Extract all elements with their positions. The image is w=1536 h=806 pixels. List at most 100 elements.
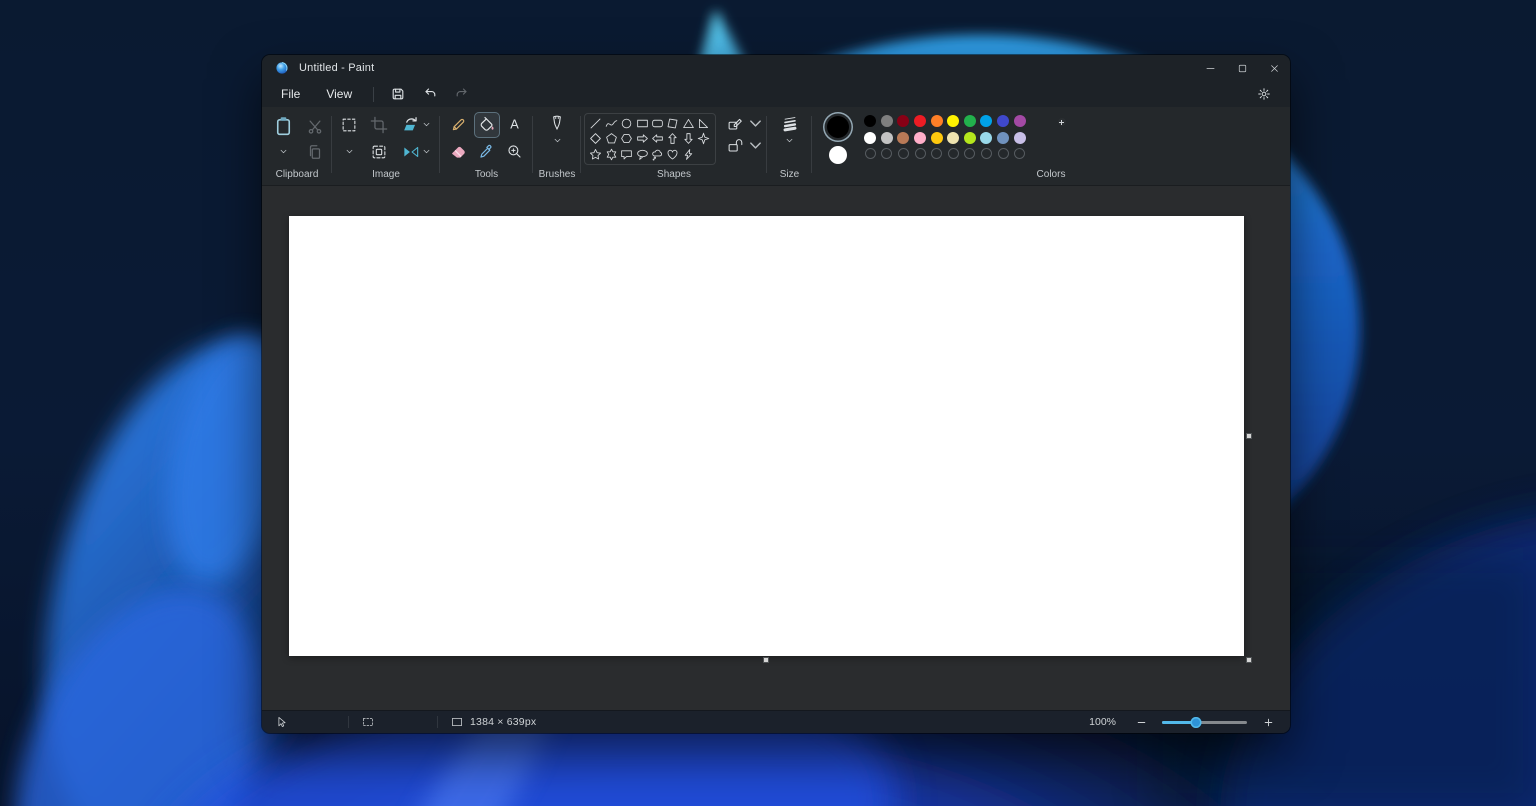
rotate-button[interactable]: [402, 116, 420, 134]
cut-button[interactable]: [306, 118, 324, 136]
maximize-button[interactable]: [1226, 55, 1258, 81]
color1-swatch[interactable]: [827, 116, 849, 138]
shape-right-triangle[interactable]: [696, 116, 711, 131]
shape-line[interactable]: [588, 116, 603, 131]
flip-dropdown[interactable]: [422, 147, 431, 156]
palette-color[interactable]: [947, 115, 959, 127]
shape-star-six[interactable]: [604, 147, 619, 162]
custom-color-slot[interactable]: [998, 148, 1009, 159]
custom-color-slot[interactable]: [931, 148, 942, 159]
custom-color-slot[interactable]: [964, 148, 975, 159]
shape-arrow-down[interactable]: [681, 131, 696, 146]
shape-arrow-left[interactable]: [650, 131, 665, 146]
menu-file[interactable]: File: [268, 83, 313, 105]
shape-fill-dropdown[interactable]: [747, 137, 764, 154]
palette-color[interactable]: [997, 115, 1009, 127]
desktop[interactable]: Untitled - Paint File View: [0, 0, 1536, 806]
minimize-button[interactable]: [1194, 55, 1226, 81]
palette-color[interactable]: [864, 132, 876, 144]
palette-color[interactable]: [931, 115, 943, 127]
shape-rounded-rectangle[interactable]: [650, 116, 665, 131]
close-button[interactable]: [1258, 55, 1290, 81]
custom-color-slot[interactable]: [865, 148, 876, 159]
zoom-slider[interactable]: [1162, 715, 1247, 729]
shape-fill-button[interactable]: [727, 137, 744, 154]
copy-button[interactable]: [306, 143, 324, 161]
select-button[interactable]: [340, 116, 358, 134]
palette-color[interactable]: [1014, 115, 1026, 127]
palette-color[interactable]: [964, 132, 976, 144]
palette-color[interactable]: [897, 132, 909, 144]
palette-color[interactable]: [980, 115, 992, 127]
paste-button[interactable]: [272, 115, 295, 138]
custom-color-slot[interactable]: [881, 148, 892, 159]
shape-callout-oval[interactable]: [635, 147, 650, 162]
palette-color[interactable]: [947, 132, 959, 144]
shape-arrow-right[interactable]: [635, 131, 650, 146]
shape-rectangle[interactable]: [635, 116, 650, 131]
palette-color[interactable]: [980, 132, 992, 144]
palette-color[interactable]: [881, 115, 893, 127]
zoom-in-button[interactable]: [1260, 714, 1276, 730]
text-tool-button[interactable]: A: [502, 112, 528, 138]
settings-gear-icon[interactable]: [1251, 82, 1277, 106]
resize-button[interactable]: [370, 143, 388, 161]
canvas-resize-handle-corner[interactable]: [1246, 657, 1252, 663]
shape-curve[interactable]: [604, 116, 619, 131]
palette-color[interactable]: [881, 132, 893, 144]
drawing-canvas[interactable]: [289, 216, 1244, 656]
shape-pentagon[interactable]: [604, 131, 619, 146]
shape-diamond[interactable]: [588, 131, 603, 146]
shape-hexagon[interactable]: [619, 131, 634, 146]
shape-heart[interactable]: [665, 147, 680, 162]
palette-color[interactable]: [964, 115, 976, 127]
custom-color-slot[interactable]: [981, 148, 992, 159]
titlebar[interactable]: Untitled - Paint: [262, 55, 1290, 81]
custom-color-slot[interactable]: [948, 148, 959, 159]
redo-button[interactable]: [449, 82, 475, 106]
save-button[interactable]: [385, 82, 411, 106]
color2-swatch[interactable]: [829, 146, 847, 164]
paste-dropdown[interactable]: [279, 147, 288, 156]
shape-callout-rectangle[interactable]: [619, 147, 634, 162]
palette-color[interactable]: [1014, 132, 1026, 144]
palette-color[interactable]: [931, 132, 943, 144]
palette-color[interactable]: [914, 115, 926, 127]
shape-outline-dropdown[interactable]: [747, 115, 764, 132]
canvas-resize-handle-right[interactable]: [1246, 433, 1252, 439]
shape-star-four[interactable]: [696, 131, 711, 146]
pencil-tool-button[interactable]: [446, 112, 472, 138]
shape-polygon[interactable]: [665, 116, 680, 131]
custom-color-slot[interactable]: [915, 148, 926, 159]
shape-lightning[interactable]: [681, 147, 696, 162]
size-dropdown[interactable]: [785, 136, 794, 145]
crop-button[interactable]: [370, 116, 388, 134]
eraser-tool-button[interactable]: [446, 139, 472, 165]
menu-view[interactable]: View: [313, 83, 365, 105]
shape-oval[interactable]: [619, 116, 634, 131]
fill-tool-button[interactable]: [474, 112, 500, 138]
palette-color[interactable]: [914, 132, 926, 144]
shape-callout-cloud[interactable]: [650, 147, 665, 162]
flip-button[interactable]: [402, 143, 420, 161]
size-button[interactable]: [781, 114, 799, 132]
palette-color[interactable]: [897, 115, 909, 127]
brushes-dropdown[interactable]: [553, 136, 562, 145]
palette-color[interactable]: [864, 115, 876, 127]
rotate-dropdown[interactable]: [422, 120, 431, 129]
select-dropdown[interactable]: [345, 147, 354, 156]
brushes-button[interactable]: [548, 114, 566, 132]
shape-arrow-up[interactable]: [665, 131, 680, 146]
canvas-resize-handle-bottom[interactable]: [763, 657, 769, 663]
shape-triangle[interactable]: [681, 116, 696, 131]
zoom-out-button[interactable]: [1133, 714, 1149, 730]
palette-color[interactable]: [997, 132, 1009, 144]
custom-color-slot[interactable]: [898, 148, 909, 159]
edit-colors-button[interactable]: [1041, 120, 1065, 144]
shape-outline-button[interactable]: [727, 115, 744, 132]
zoom-slider-thumb[interactable]: [1191, 717, 1202, 728]
shape-star-five[interactable]: [588, 147, 603, 162]
undo-button[interactable]: [417, 82, 443, 106]
custom-color-slot[interactable]: [1014, 148, 1025, 159]
eyedropper-tool-button[interactable]: [474, 139, 500, 165]
